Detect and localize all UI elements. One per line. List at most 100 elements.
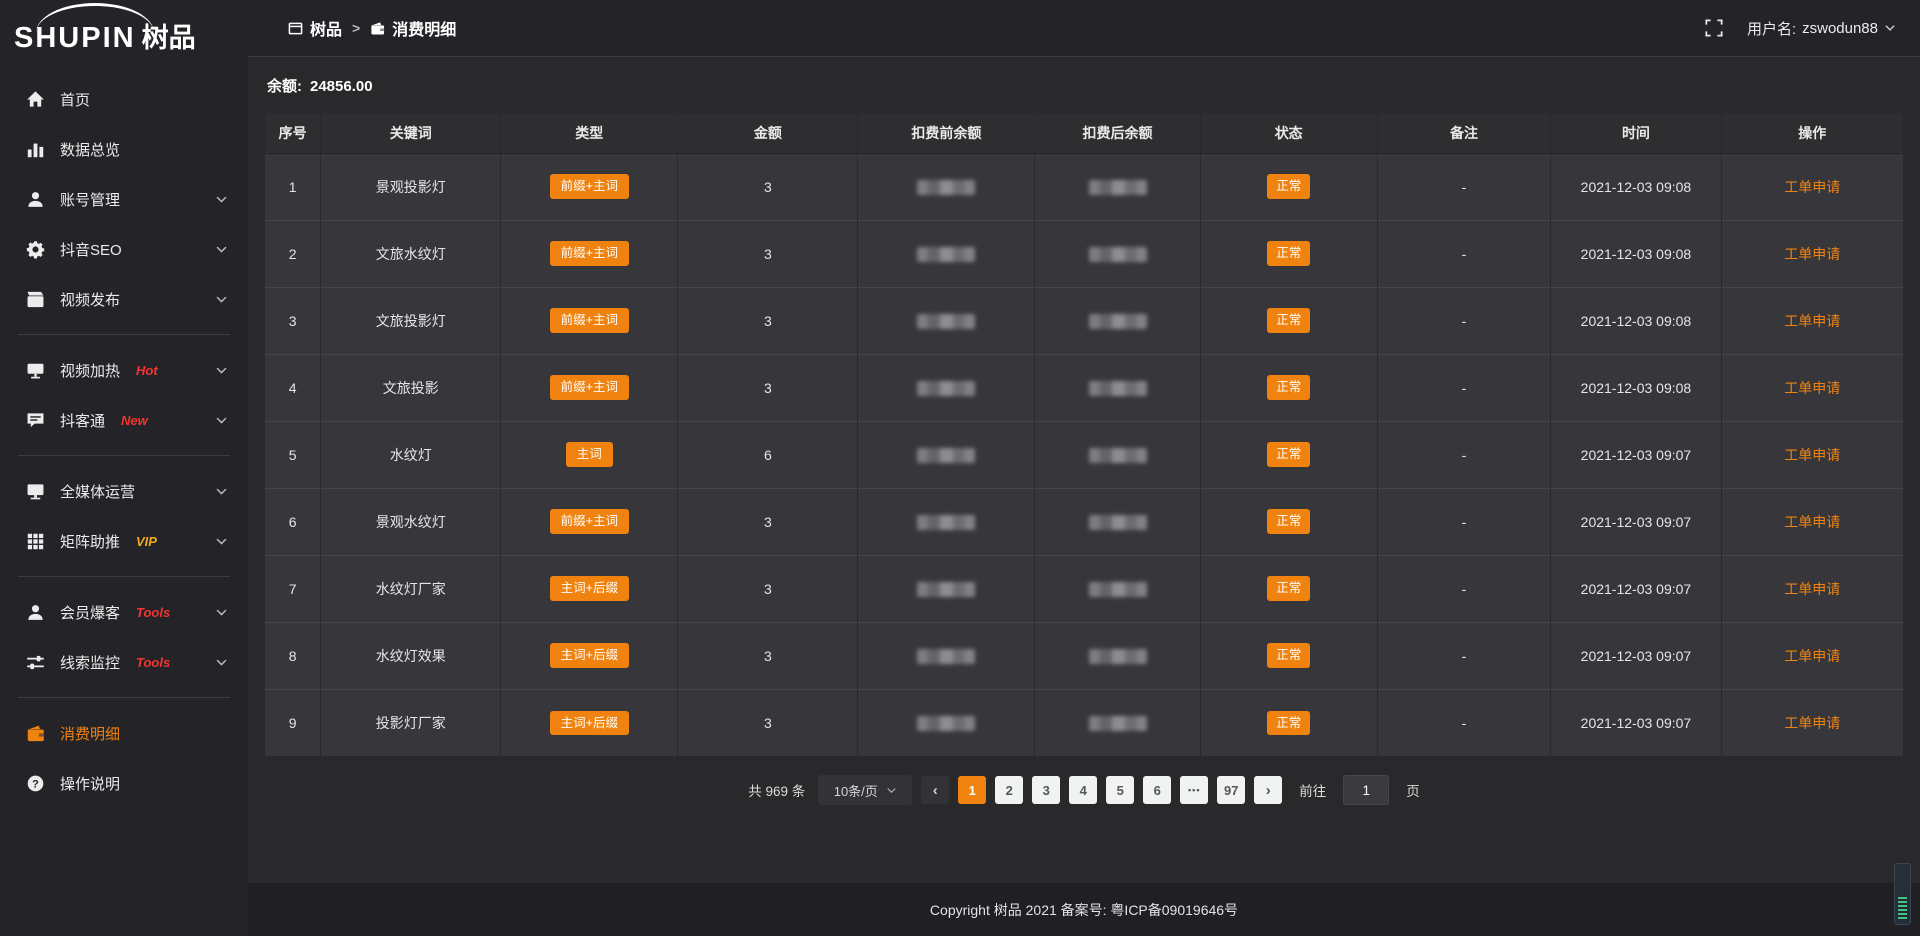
breadcrumb-label: 树品 bbox=[310, 16, 342, 40]
sidebar-item-operation-guide[interactable]: ? 操作说明 bbox=[0, 758, 248, 808]
cell-remark: - bbox=[1377, 287, 1551, 354]
blurred-balance-value bbox=[1089, 180, 1147, 195]
blurred-balance-value bbox=[917, 247, 975, 262]
breadcrumb-item[interactable]: 树品 bbox=[288, 16, 342, 40]
user-menu[interactable]: 用户名: zswodun88 bbox=[1747, 18, 1896, 39]
page-ellipsis-button[interactable]: ••• bbox=[1180, 776, 1208, 804]
page-button-4[interactable]: 4 bbox=[1069, 776, 1097, 804]
prev-page-button[interactable]: ‹ bbox=[921, 776, 949, 804]
pagination: 共 969 条10条/页‹123456•••97›前往页 bbox=[265, 775, 1903, 805]
mini-scrollbar-widget[interactable] bbox=[1894, 863, 1911, 925]
wallet-icon bbox=[26, 724, 45, 743]
work-order-link[interactable]: 工单申请 bbox=[1784, 179, 1840, 195]
sidebar-item-label: 操作说明 bbox=[60, 773, 120, 794]
cell-type: 前缀+主词 bbox=[501, 220, 678, 287]
cell-amount: 3 bbox=[678, 555, 858, 622]
cell-no: 1 bbox=[265, 153, 321, 220]
cell-keyword: 投影灯厂家 bbox=[321, 689, 501, 756]
sidebar-item-clue-monitor[interactable]: 线索监控Tools bbox=[0, 637, 248, 687]
cell-status: 正常 bbox=[1200, 153, 1377, 220]
app-root: SHUPIN树品 首页数据总览账号管理抖音SEO视频发布视频加热Hot抖客通Ne… bbox=[0, 0, 1920, 936]
sidebar-item-label: 视频发布 bbox=[60, 289, 120, 310]
cell-keyword: 水纹灯厂家 bbox=[321, 555, 501, 622]
cell-status: 正常 bbox=[1200, 354, 1377, 421]
sidebar-item-tag: New bbox=[121, 413, 148, 428]
work-order-link[interactable]: 工单申请 bbox=[1784, 715, 1840, 731]
cell-action: 工单申请 bbox=[1721, 488, 1903, 555]
sidebar-item-consume-detail[interactable]: 消费明细 bbox=[0, 708, 248, 758]
cell-after bbox=[1035, 689, 1200, 756]
sidebar-item-data-overview[interactable]: 数据总览 bbox=[0, 124, 248, 174]
cell-amount: 6 bbox=[678, 421, 858, 488]
blurred-balance-value bbox=[917, 448, 975, 463]
cell-status: 正常 bbox=[1200, 287, 1377, 354]
sidebar-item-tag: Tools bbox=[136, 655, 170, 670]
cell-remark: - bbox=[1377, 354, 1551, 421]
page-button-6[interactable]: 6 bbox=[1143, 776, 1171, 804]
page-button-1[interactable]: 1 bbox=[958, 776, 986, 804]
status-badge: 正常 bbox=[1267, 643, 1310, 668]
work-order-link[interactable]: 工单申请 bbox=[1784, 380, 1840, 396]
svg-text:?: ? bbox=[32, 778, 39, 790]
page-size-select[interactable]: 10条/页 bbox=[818, 775, 912, 805]
sidebar-item-account-management[interactable]: 账号管理 bbox=[0, 174, 248, 224]
work-order-link[interactable]: 工单申请 bbox=[1784, 514, 1840, 530]
page-button-2[interactable]: 2 bbox=[995, 776, 1023, 804]
type-badge: 前缀+主词 bbox=[550, 241, 629, 266]
chevron-down-icon bbox=[215, 293, 228, 306]
chevron-down-icon bbox=[215, 535, 228, 548]
cell-no: 9 bbox=[265, 689, 321, 756]
sidebar-item-douketong[interactable]: 抖客通New bbox=[0, 395, 248, 445]
work-order-link[interactable]: 工单申请 bbox=[1784, 313, 1840, 329]
sidebar-item-douyin-seo[interactable]: 抖音SEO bbox=[0, 224, 248, 274]
work-order-link[interactable]: 工单申请 bbox=[1784, 648, 1840, 664]
cell-keyword: 文旅投影 bbox=[321, 354, 501, 421]
person-icon bbox=[26, 603, 45, 622]
sidebar-item-video-heating[interactable]: 视频加热Hot bbox=[0, 345, 248, 395]
work-order-link[interactable]: 工单申请 bbox=[1784, 447, 1840, 463]
type-badge: 主词+后缀 bbox=[550, 711, 629, 736]
page-button-5[interactable]: 5 bbox=[1106, 776, 1134, 804]
cell-action: 工单申请 bbox=[1721, 421, 1903, 488]
status-badge: 正常 bbox=[1267, 241, 1310, 266]
question-icon: ? bbox=[26, 774, 45, 793]
blurred-balance-value bbox=[1089, 515, 1147, 530]
blurred-balance-value bbox=[1089, 448, 1147, 463]
cell-remark: - bbox=[1377, 622, 1551, 689]
sidebar-item-tag: VIP bbox=[136, 534, 157, 549]
sidebar-item-home[interactable]: 首页 bbox=[0, 74, 248, 124]
chevron-down-icon bbox=[215, 193, 228, 206]
blurred-balance-value bbox=[1089, 716, 1147, 731]
page-button-97[interactable]: 97 bbox=[1217, 776, 1245, 804]
work-order-link[interactable]: 工单申请 bbox=[1784, 581, 1840, 597]
cell-type: 前缀+主词 bbox=[501, 488, 678, 555]
goto-page-input[interactable] bbox=[1343, 775, 1389, 805]
sidebar-item-video-publish[interactable]: 视频发布 bbox=[0, 274, 248, 324]
table-row: 3文旅投影灯前缀+主词3正常-2021-12-03 09:08工单申请 bbox=[265, 287, 1903, 354]
page-button-3[interactable]: 3 bbox=[1032, 776, 1060, 804]
status-badge: 正常 bbox=[1267, 442, 1310, 467]
sidebar-item-matrix-boost[interactable]: 矩阵助推VIP bbox=[0, 516, 248, 566]
sidebar-item-label: 视频加热 bbox=[60, 360, 120, 381]
chat-icon bbox=[26, 411, 45, 430]
cell-action: 工单申请 bbox=[1721, 287, 1903, 354]
sidebar-item-tag: Tools bbox=[136, 605, 170, 620]
username-label: 用户名: bbox=[1747, 18, 1796, 39]
fullscreen-icon[interactable] bbox=[1705, 19, 1723, 37]
sliders-icon bbox=[26, 653, 45, 672]
cell-status: 正常 bbox=[1200, 622, 1377, 689]
blurred-balance-value bbox=[917, 716, 975, 731]
work-order-link[interactable]: 工单申请 bbox=[1784, 246, 1840, 262]
sidebar-item-label: 抖音SEO bbox=[60, 239, 122, 260]
sidebar-item-member-baoke[interactable]: 会员爆客Tools bbox=[0, 587, 248, 637]
column-header-time: 时间 bbox=[1551, 113, 1721, 153]
sidebar-item-label: 数据总览 bbox=[60, 139, 120, 160]
next-page-button[interactable]: › bbox=[1254, 776, 1282, 804]
content-area: 余额:24856.00 序号关键词类型金额扣费前余额扣费后余额状态备注时间操作 … bbox=[248, 57, 1920, 883]
sidebar-item-media-operation[interactable]: 全媒体运营 bbox=[0, 466, 248, 516]
cell-action: 工单申请 bbox=[1721, 689, 1903, 756]
cell-amount: 3 bbox=[678, 220, 858, 287]
breadcrumb-item[interactable]: 消费明细 bbox=[370, 16, 456, 40]
cell-after bbox=[1035, 153, 1200, 220]
wallet-icon bbox=[370, 21, 385, 36]
